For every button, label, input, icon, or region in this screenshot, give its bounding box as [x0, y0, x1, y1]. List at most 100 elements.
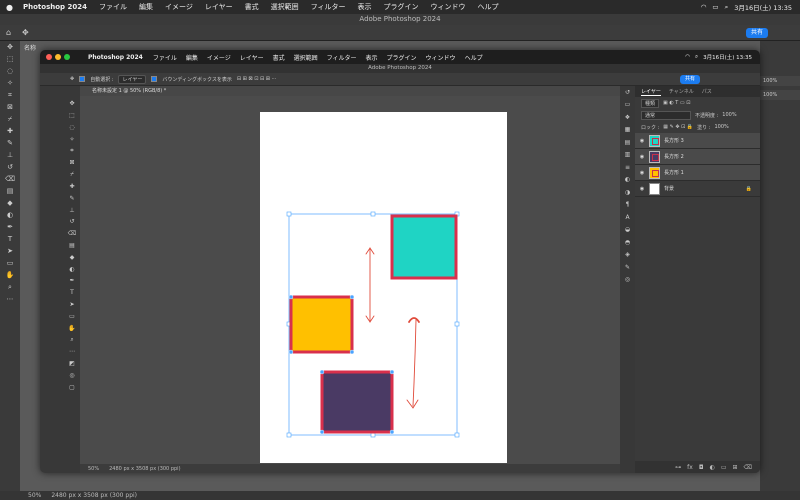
channels-panel-icon[interactable]: ◎ — [620, 274, 635, 287]
wifi-icon[interactable]: ◠ — [685, 54, 690, 60]
magic-wand-icon[interactable]: ✧ — [0, 77, 20, 89]
eraser-icon[interactable]: ⌫ — [0, 173, 20, 185]
history-panel-icon[interactable]: ↺ — [620, 86, 635, 99]
tab-layers[interactable]: レイヤー — [641, 88, 661, 96]
path-select-icon[interactable]: ➤ — [0, 245, 20, 257]
zoom-tool-icon[interactable]: ⌕ — [0, 281, 20, 293]
screen-mode-icon[interactable]: ▢ — [66, 381, 78, 393]
type-tool-icon[interactable]: T — [0, 233, 20, 245]
search-icon[interactable]: ⌕ — [695, 54, 698, 61]
pen-tool-icon[interactable]: ✒ — [66, 275, 78, 287]
lasso-tool-icon[interactable]: ◌ — [0, 65, 20, 77]
outer-menu-file[interactable]: ファイル — [99, 2, 127, 12]
frame-tool-icon[interactable]: ⊠ — [66, 157, 78, 169]
gradients-panel-icon[interactable]: ▤ — [620, 136, 635, 149]
layer-row[interactable]: ◉ 長方形 2 — [635, 149, 760, 165]
paragraph-panel-icon[interactable]: ¶ — [620, 199, 635, 212]
outer-menu-window[interactable]: ウィンドウ — [431, 2, 466, 12]
outer-clock[interactable]: 3月16日(土) 13:35 — [734, 2, 792, 12]
eraser-icon[interactable]: ⌫ — [66, 228, 78, 240]
apple-icon[interactable]: ● — [6, 3, 13, 12]
glyphs-panel-icon[interactable]: ◓ — [620, 236, 635, 249]
outer-app-name[interactable]: Photoshop 2024 — [23, 3, 87, 11]
outer-menu-plugins[interactable]: プラグイン — [384, 2, 419, 12]
marquee-tool-icon[interactable]: ⬚ — [66, 110, 78, 122]
adjustment-layer-icon[interactable]: ◐ — [710, 464, 715, 471]
patterns-panel-icon[interactable]: ▥ — [620, 149, 635, 162]
close-window-icon[interactable] — [46, 54, 52, 60]
battery-icon[interactable]: ▭ — [712, 3, 718, 11]
healing-brush-icon[interactable]: ✚ — [0, 125, 20, 137]
shapes-panel-icon[interactable]: ◈ — [620, 249, 635, 262]
history-brush-icon[interactable]: ↺ — [66, 216, 78, 228]
lasso-tool-icon[interactable]: ◌ — [66, 122, 78, 134]
healing-brush-icon[interactable]: ✚ — [66, 181, 78, 193]
history-brush-icon[interactable]: ↺ — [0, 161, 20, 173]
outer-menu-view[interactable]: 表示 — [358, 2, 372, 12]
outer-menu-edit[interactable]: 編集 — [139, 2, 153, 12]
visibility-eye-icon[interactable]: ◉ — [635, 186, 649, 192]
document-tab[interactable]: 名称未設定 1 @ 50% (RGB/8) * — [80, 86, 660, 96]
opacity-value[interactable]: 100% — [722, 112, 736, 118]
inner-menu-file[interactable]: ファイル — [153, 53, 177, 62]
outer-menu-layer[interactable]: レイヤー — [205, 2, 233, 12]
blur-tool-icon[interactable]: ◆ — [66, 251, 78, 263]
search-icon[interactable]: ⌕ — [725, 3, 729, 12]
adjustments-panel-icon[interactable]: ◐ — [620, 174, 635, 187]
frame-tool-icon[interactable]: ⊠ — [0, 101, 20, 113]
layer-row[interactable]: ◉ 長方形 1 — [635, 165, 760, 181]
outer-opacity-value[interactable]: 100% — [760, 76, 800, 86]
layer-name[interactable]: 長方形 3 — [664, 137, 684, 144]
comments-panel-icon[interactable]: ▭ — [620, 99, 635, 112]
quick-mask-icon[interactable]: ◎ — [66, 369, 78, 381]
eyedropper-icon[interactable]: ⌿ — [0, 113, 20, 125]
inner-menu-view[interactable]: 表示 — [366, 53, 378, 62]
maximize-window-icon[interactable] — [64, 54, 70, 60]
type-tool-icon[interactable]: T — [66, 287, 78, 299]
inner-menu-layer[interactable]: レイヤー — [240, 53, 264, 62]
layer-select-dropdown[interactable]: レイヤー — [118, 74, 147, 84]
layer-name[interactable]: 背景 — [664, 185, 674, 192]
outer-menu-filter[interactable]: フィルター — [311, 2, 346, 12]
move-tool-icon[interactable]: ✥ — [70, 76, 74, 82]
more-tools-icon[interactable]: ⋯ — [66, 346, 78, 358]
blend-mode-select[interactable]: 通常 — [641, 110, 691, 120]
wifi-icon[interactable]: ◠ — [701, 3, 707, 11]
gradient-tool-icon[interactable]: ▤ — [66, 240, 78, 252]
move-tool-icon[interactable]: ✥ — [22, 28, 29, 37]
layer-name[interactable]: 長方形 1 — [664, 169, 684, 176]
outer-menu-type[interactable]: 書式 — [245, 2, 259, 12]
inner-clock[interactable]: 3月16日(土) 13:35 — [703, 53, 752, 61]
character-panel-icon[interactable]: A — [620, 211, 635, 224]
layer-row[interactable]: ◉ 長方形 3 — [635, 133, 760, 149]
gradient-tool-icon[interactable]: ▤ — [0, 185, 20, 197]
more-tools-icon[interactable]: ⋯ — [0, 293, 20, 305]
visibility-eye-icon[interactable]: ◉ — [635, 170, 649, 176]
brushes-panel-icon[interactable]: ✎ — [620, 261, 635, 274]
pen-tool-icon[interactable]: ✒ — [0, 221, 20, 233]
move-tool-icon[interactable]: ✥ — [66, 98, 78, 110]
tab-paths[interactable]: パス — [702, 88, 712, 95]
blur-tool-icon[interactable]: ◆ — [0, 197, 20, 209]
inner-menu-type[interactable]: 書式 — [273, 53, 285, 62]
inner-menu-plugins[interactable]: プラグイン — [387, 53, 417, 62]
auto-select-checkbox[interactable] — [79, 76, 86, 82]
link-layers-icon[interactable]: ⊶ — [675, 464, 681, 471]
brush-tool-icon[interactable]: ✎ — [0, 137, 20, 149]
inner-menu-help[interactable]: ヘルプ — [465, 53, 483, 62]
visibility-eye-icon[interactable]: ◉ — [635, 154, 649, 160]
lock-icons[interactable]: ▦ ✎ ✥ ⊡ 🔒 — [663, 124, 693, 130]
color-swatches-icon[interactable]: ◩ — [66, 358, 78, 370]
group-icon[interactable]: ▭ — [721, 464, 727, 471]
outer-menu-help[interactable]: ヘルプ — [478, 2, 499, 12]
zoom-tool-icon[interactable]: ⌕ — [66, 334, 78, 346]
inner-app-name[interactable]: Photoshop 2024 — [88, 54, 143, 61]
kind-filter-select[interactable]: 種類 — [641, 98, 660, 108]
stamp-tool-icon[interactable]: ⊥ — [66, 204, 78, 216]
brush-tool-icon[interactable]: ✎ — [66, 192, 78, 204]
lock-icon[interactable]: 🔒 — [746, 186, 752, 192]
styles-panel-icon[interactable]: ◒ — [620, 224, 635, 237]
color-panel-icon[interactable]: ❖ — [620, 111, 635, 124]
home-icon[interactable]: ⌂ — [6, 28, 11, 37]
path-select-icon[interactable]: ➤ — [66, 299, 78, 311]
